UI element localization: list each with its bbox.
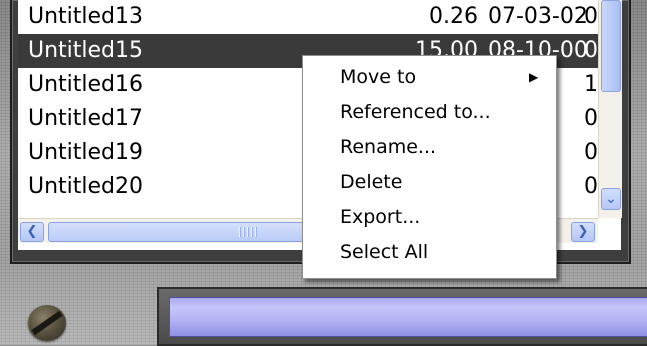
- list-item[interactable]: Untitled13 0.26 07-03-02 0: [18, 0, 598, 34]
- file-flag: 0: [584, 38, 598, 63]
- file-size: 0.26: [429, 4, 478, 29]
- file-name: Untitled15: [28, 38, 144, 63]
- file-flag: 0: [584, 106, 598, 131]
- vertical-scrollbar[interactable]: ⌄: [598, 0, 622, 218]
- menu-item-referenced-to[interactable]: Referenced to...: [303, 95, 556, 129]
- scroll-left-button[interactable]: ❮: [20, 222, 44, 242]
- submenu-arrow-icon: ▶: [529, 70, 539, 84]
- file-flag: 0: [584, 140, 598, 165]
- status-bar-frame: [157, 287, 647, 346]
- menu-item-move-to[interactable]: Move to ▶: [303, 60, 556, 94]
- file-flag: 1: [584, 72, 598, 97]
- chevron-down-icon: ⌄: [605, 191, 617, 207]
- file-name: Untitled16: [28, 72, 144, 97]
- menu-item-label: Move to: [340, 66, 417, 88]
- menu-item-export[interactable]: Export...: [303, 200, 556, 234]
- menu-item-select-all[interactable]: Select All: [303, 235, 556, 269]
- grip-icon: [239, 227, 259, 237]
- menu-item-label: Export...: [340, 206, 421, 228]
- chevron-left-icon: ❮: [26, 224, 38, 239]
- menu-item-rename[interactable]: Rename...: [303, 130, 556, 164]
- file-flag: 0: [584, 174, 598, 199]
- file-name: Untitled20: [28, 174, 144, 199]
- vertical-scroll-thumb[interactable]: [601, 0, 621, 92]
- file-date: 07-03-02: [488, 4, 588, 29]
- file-name: Untitled19: [28, 140, 144, 165]
- file-flag: 0: [584, 4, 598, 29]
- context-menu: Move to ▶ Referenced to... Rename... Del…: [302, 55, 557, 279]
- scroll-down-button[interactable]: ⌄: [601, 188, 621, 210]
- file-name: Untitled17: [28, 106, 144, 131]
- menu-item-label: Referenced to...: [340, 101, 491, 123]
- chevron-right-icon: ❯: [577, 224, 589, 239]
- scroll-right-button[interactable]: ❯: [571, 222, 595, 242]
- menu-item-delete[interactable]: Delete: [303, 165, 556, 199]
- menu-item-label: Select All: [340, 241, 429, 263]
- screw-icon: [28, 305, 66, 341]
- file-name: Untitled13: [28, 4, 144, 29]
- menu-item-label: Delete: [340, 171, 403, 193]
- menu-item-label: Rename...: [340, 136, 437, 158]
- status-bar: [169, 297, 647, 337]
